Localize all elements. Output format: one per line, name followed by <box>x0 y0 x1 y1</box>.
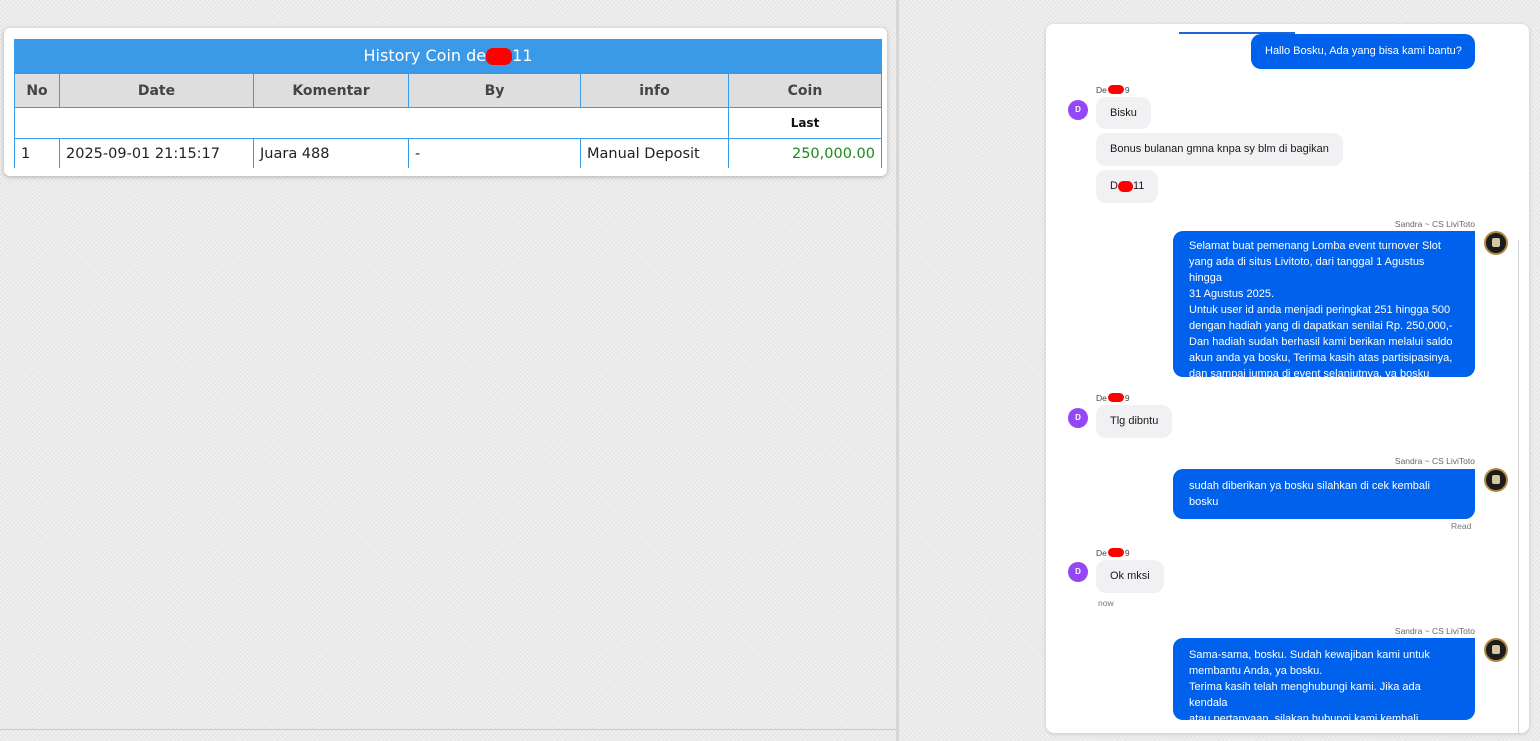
message-line: Sama-sama, bosku. Sudah kewajiban kami u… <box>1189 649 1430 661</box>
message-line: dan sampai jumpa di event selanjutnya, y… <box>1189 368 1430 380</box>
user-message: Tlg dibntu <box>1096 405 1173 438</box>
agent-message-greeting: Hallo Bosku, Ada yang bisa kami bantu? <box>1251 34 1475 69</box>
history-coin-table: History Coin de 11 No Date Komentar By in… <box>14 39 882 168</box>
user-name-prefix: De <box>1096 85 1107 95</box>
message-line: akun anda ya bosku, Terima kasih atas pa… <box>1189 352 1453 364</box>
table-header-row: No Date Komentar By info Coin <box>14 73 882 108</box>
user-name-suffix: 9 <box>1124 393 1130 403</box>
chat-scrollbar[interactable] <box>1518 240 1519 733</box>
column-header-coin[interactable]: Coin <box>728 73 882 108</box>
message-line: yang ada di situs Livitoto, dari tanggal… <box>1189 256 1425 284</box>
message-line: Dan hadiah sudah berhasil kami berikan m… <box>1189 336 1453 348</box>
user-message: Bonus bulanan gmna knpa sy blm di bagika… <box>1096 133 1343 166</box>
user-name-prefix: De <box>1096 548 1107 558</box>
last-label: Last <box>728 107 882 139</box>
user-sender-name: De 9 <box>1096 393 1130 403</box>
message-line: atau pertanyaan, silakan hubungi kami ke… <box>1189 713 1422 725</box>
agent-avatar <box>1484 231 1508 255</box>
history-coin-title: History Coin de 11 <box>14 39 882 73</box>
cell-no: 1 <box>14 138 60 168</box>
redaction-mark <box>1107 393 1124 402</box>
message-line: Terima kasih telah menghubungi kami. Jik… <box>1189 681 1421 709</box>
user-name-suffix: 9 <box>1124 548 1130 558</box>
agent-message-announcement: Selamat buat pemenang Lomba event turnov… <box>1173 231 1475 380</box>
history-coin-card: History Coin de 11 No Date Komentar By in… <box>4 28 887 176</box>
user-avatar: D <box>1068 408 1088 428</box>
agent-sender-name: Sandra ~ CS LiviToto <box>1394 219 1475 229</box>
redaction-mark <box>1107 85 1124 94</box>
redaction-mark <box>486 48 513 65</box>
cell-info: Manual Deposit <box>580 138 729 168</box>
chat-panel[interactable]: Hallo Bosku, Ada yang bisa kami bantu? D… <box>1046 24 1529 733</box>
message-line: 31 Agustus 2025. <box>1189 288 1275 300</box>
history-title-suffix: 11 <box>512 46 533 65</box>
column-header-komentar[interactable]: Komentar <box>253 73 409 108</box>
cell-date: 2025-09-01 21:15:17 <box>59 138 254 168</box>
message-line: Selamat buat pemenang Lomba event turnov… <box>1189 240 1441 252</box>
agent-avatar <box>1484 638 1508 662</box>
cell-coin: 250,000.00 <box>728 138 882 168</box>
user-name-prefix: De <box>1096 393 1107 403</box>
agent-message-closing: Sama-sama, bosku. Sudah kewajiban kami u… <box>1173 638 1475 725</box>
user-sender-name: De 9 <box>1096 548 1130 558</box>
column-header-no[interactable]: No <box>14 73 60 108</box>
agent-avatar <box>1484 468 1508 492</box>
agent-sender-name: Sandra ~ CS LiviToto <box>1394 456 1475 466</box>
column-header-by[interactable]: By <box>408 73 581 108</box>
cell-by: - <box>408 138 581 168</box>
column-header-date[interactable]: Date <box>59 73 254 108</box>
message-line: bosku <box>1189 496 1219 508</box>
redaction-mark <box>1117 180 1133 192</box>
last-summary-row: Last <box>14 107 882 139</box>
user-message: Bisku <box>1096 97 1151 129</box>
user-sender-name: De 9 <box>1096 85 1130 95</box>
user-name-suffix: 9 <box>1124 85 1130 95</box>
message-line: Untuk user id anda menjadi peringkat 251… <box>1189 304 1451 316</box>
message-timestamp: now <box>1098 598 1114 608</box>
agent-message-confirmation: sudah diberikan ya bosku silahkan di cek… <box>1173 469 1475 519</box>
user-message: Ok mksi <box>1096 560 1164 593</box>
bottom-divider <box>0 729 896 730</box>
user-message-prefix: D <box>1110 180 1118 192</box>
panel-divider <box>896 0 899 741</box>
cell-komentar: Juara 488 <box>253 138 409 168</box>
agent-sender-name: Sandra ~ CS LiviToto <box>1394 626 1475 636</box>
read-receipt: Read <box>1451 521 1472 531</box>
user-avatar: D <box>1068 100 1088 120</box>
message-line: sudah diberikan ya bosku silahkan di cek… <box>1189 480 1430 492</box>
user-message-suffix: 11 <box>1132 180 1145 192</box>
user-message: D 11 <box>1096 170 1159 203</box>
message-line: membantu Anda, ya bosku. <box>1189 665 1323 677</box>
table-row: 1 2025-09-01 21:15:17 Juara 488 - Manual… <box>14 138 882 168</box>
message-line: dengan hadiah yang di dapatkan senilai R… <box>1189 320 1453 332</box>
user-avatar: D <box>1068 562 1088 582</box>
last-summary-spacer <box>14 107 729 139</box>
history-title-prefix: History Coin de <box>363 46 487 65</box>
redaction-mark <box>1107 548 1124 557</box>
column-header-info[interactable]: info <box>580 73 729 108</box>
